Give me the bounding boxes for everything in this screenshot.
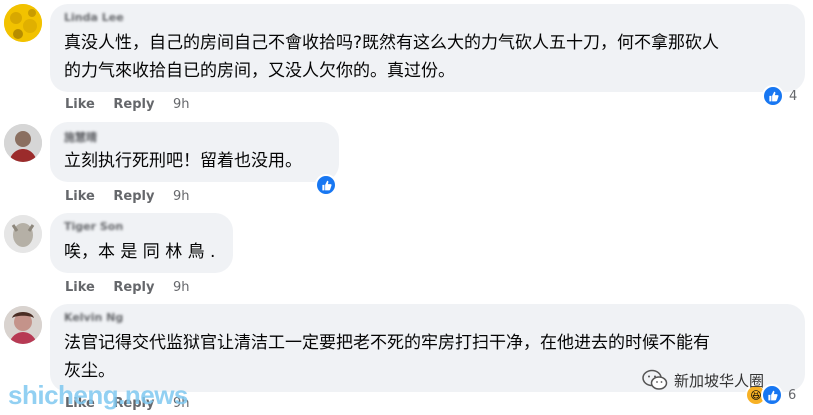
comment-author[interactable]: Tiger Son: [64, 220, 123, 233]
timestamp[interactable]: 9h: [173, 189, 190, 204]
comment-bubble: 施慧晴 立刻执行死刑吧！留着也没用。: [50, 122, 339, 182]
avatar-image-icon: [4, 124, 42, 162]
avatar-image-icon: [4, 215, 42, 253]
timestamp[interactable]: 9h: [173, 97, 190, 112]
timestamp[interactable]: 9h: [173, 280, 190, 295]
reaction-count: 4: [789, 88, 798, 104]
reaction-count: 6: [788, 387, 797, 403]
avatar[interactable]: [4, 215, 42, 253]
comment-bubble: Linda Lee 真没人性，自己的房间自己不會收拾吗?既然有这么大的力气砍人五…: [50, 4, 805, 92]
avatar-image-icon: [4, 4, 42, 42]
like-icon: [315, 174, 337, 196]
comment-actions: Like Reply 9h: [65, 97, 204, 112]
like-button[interactable]: Like: [65, 189, 95, 204]
avatar-image-icon: [4, 306, 42, 344]
reaction-summary[interactable]: 4: [762, 85, 797, 107]
like-button[interactable]: Like: [65, 280, 95, 295]
wechat-icon: [642, 369, 668, 390]
comment-text-line: 法官记得交代监狱官让清洁工一定要把老不死的牢房打扫干净，在他进去的时候不能有: [64, 333, 710, 353]
comment-text-line: 的力气來收拾自已的房间，又没人欠你的。真过份。: [64, 61, 455, 81]
brand-watermark: 新加坡华人圈: [642, 369, 764, 391]
brand-name: 新加坡华人圈: [674, 371, 765, 390]
comment-author[interactable]: 施慧晴: [64, 129, 97, 145]
reaction-summary[interactable]: [315, 174, 337, 196]
comment-text-line: 真没人性，自己的房间自己不會收拾吗?既然有这么大的力气砍人五十刀，何不拿那砍人: [64, 33, 720, 53]
reply-button[interactable]: Reply: [113, 280, 154, 295]
reply-button[interactable]: Reply: [113, 189, 154, 204]
comment-text-line: 唉，本 是 同 林 鳥 .: [64, 242, 216, 262]
comment-author[interactable]: Kelvin Ng: [64, 311, 123, 324]
comment-actions: Like Reply 9h: [65, 280, 204, 295]
comment-bubble: Tiger Son 唉，本 是 同 林 鳥 .: [50, 213, 233, 273]
comment-text-line: 立刻执行死刑吧！留着也没用。: [64, 151, 302, 171]
comment-actions: Like Reply 9h: [65, 189, 204, 204]
comment-author[interactable]: Linda Lee: [64, 11, 124, 24]
avatar[interactable]: [4, 4, 42, 42]
like-icon: [761, 384, 783, 406]
avatar[interactable]: [4, 306, 42, 344]
reply-button[interactable]: Reply: [113, 97, 154, 112]
like-icon: [762, 85, 784, 107]
site-watermark: shicheng.news: [8, 380, 188, 410]
like-button[interactable]: Like: [65, 97, 95, 112]
avatar[interactable]: [4, 124, 42, 162]
